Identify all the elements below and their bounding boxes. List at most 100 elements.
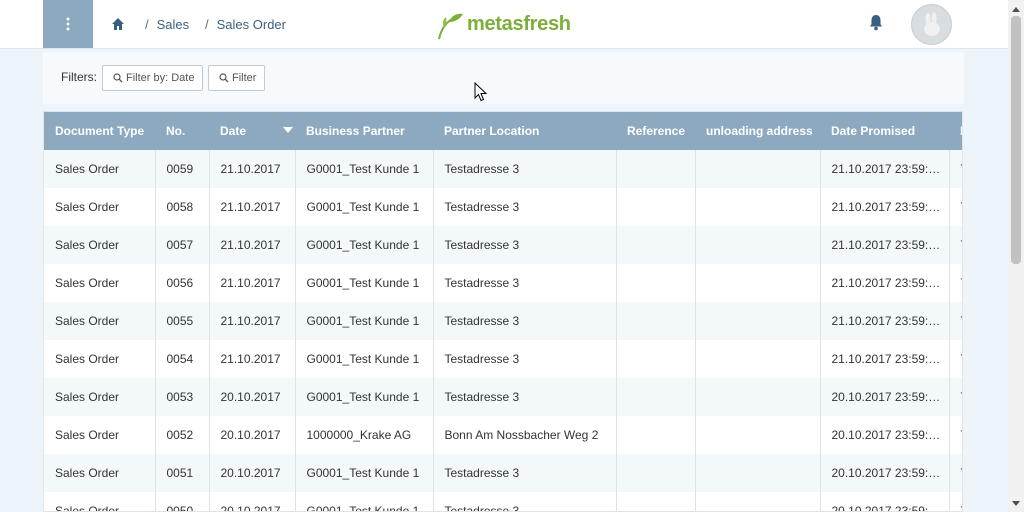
cell-no[interactable]: 0054 [155, 340, 210, 378]
cell-date[interactable]: 20.10.2017 [209, 492, 296, 511]
cell-date[interactable]: 21.10.2017 [209, 302, 296, 340]
cell-partner-location[interactable]: Testadresse 3 [433, 302, 617, 340]
cell-no[interactable]: 0052 [155, 416, 210, 454]
cell-date-promised[interactable]: 20.10.2017 23:59:00 [820, 416, 950, 454]
column-header-date[interactable]: Date [209, 112, 295, 150]
column-header-reference[interactable]: Reference [616, 112, 695, 150]
cell-date-promised[interactable]: 20.10.2017 23:59:00 [820, 492, 950, 511]
cell-business-partner[interactable]: G0001_Test Kunde 1 [295, 492, 434, 511]
table-row[interactable]: Sales Order 0056 21.10.2017 G0001_Test Kund… [44, 264, 962, 302]
cell-date-promised[interactable]: 21.10.2017 23:59:00 [820, 150, 950, 188]
cell-date-promised[interactable]: 21.10.2017 23:59:00 [820, 340, 950, 378]
cell-business-partner[interactable]: G0001_Test Kunde 1 [295, 188, 434, 226]
cell-unloading-address[interactable] [695, 340, 821, 378]
cell-partner-location[interactable]: Testadresse 3 [433, 264, 617, 302]
cell-reference[interactable] [616, 302, 696, 340]
cell-document-type[interactable]: Sales Order [44, 264, 156, 302]
cell-unloading-address[interactable] [695, 416, 821, 454]
column-header-no[interactable]: No. [155, 112, 209, 150]
home-icon[interactable] [110, 16, 126, 32]
cell-p[interactable]: T [949, 416, 962, 454]
table-row[interactable]: Sales Order 0058 21.10.2017 G0001_Test Kund… [44, 188, 962, 226]
column-header-p[interactable]: P [949, 112, 962, 150]
cell-p[interactable]: T [949, 150, 962, 188]
cell-p[interactable]: T [949, 454, 962, 492]
cell-partner-location[interactable]: Testadresse 3 [433, 454, 617, 492]
cell-date-promised[interactable]: 21.10.2017 23:59:00 [820, 264, 950, 302]
cell-partner-location[interactable]: Testadresse 3 [433, 188, 617, 226]
table-row[interactable]: Sales Order 0059 21.10.2017 G0001_Test Kund… [44, 150, 962, 188]
cell-business-partner[interactable]: G0001_Test Kunde 1 [295, 226, 434, 264]
cell-reference[interactable] [616, 454, 696, 492]
cell-date[interactable]: 21.10.2017 [209, 226, 296, 264]
cell-p[interactable]: T [949, 302, 962, 340]
table-row[interactable]: Sales Order 0055 21.10.2017 G0001_Test Kund… [44, 302, 962, 340]
cell-business-partner[interactable]: G0001_Test Kunde 1 [295, 378, 434, 416]
cell-p[interactable]: T [949, 340, 962, 378]
cell-date[interactable]: 21.10.2017 [209, 340, 296, 378]
bell-icon[interactable] [868, 14, 884, 31]
cell-no[interactable]: 0053 [155, 378, 210, 416]
cell-business-partner[interactable]: G0001_Test Kunde 1 [295, 150, 434, 188]
table-row[interactable]: Sales Order 0051 20.10.2017 G0001_Test Kund… [44, 454, 962, 492]
cell-p[interactable]: T [949, 264, 962, 302]
table-row[interactable]: Sales Order 0053 20.10.2017 G0001_Test Kund… [44, 378, 962, 416]
column-header-document-type[interactable]: Document Type [44, 112, 155, 150]
cell-document-type[interactable]: Sales Order [44, 150, 156, 188]
breadcrumb-item-sales[interactable]: / Sales [145, 17, 189, 32]
cell-business-partner[interactable]: G0001_Test Kunde 1 [295, 264, 434, 302]
menu-button[interactable] [43, 0, 93, 48]
cell-reference[interactable] [616, 188, 696, 226]
cell-date[interactable]: 21.10.2017 [209, 150, 296, 188]
cell-date-promised[interactable]: 21.10.2017 23:59:00 [820, 302, 950, 340]
cell-unloading-address[interactable] [695, 150, 821, 188]
cell-date-promised[interactable]: 21.10.2017 23:59:00 [820, 226, 950, 264]
cell-unloading-address[interactable] [695, 188, 821, 226]
cell-p[interactable]: T [949, 226, 962, 264]
cell-partner-location[interactable]: Testadresse 3 [433, 378, 617, 416]
cell-date[interactable]: 20.10.2017 [209, 454, 296, 492]
cell-partner-location[interactable]: Testadresse 3 [433, 226, 617, 264]
filter-button[interactable]: Filter [208, 65, 266, 91]
scroll-up-button[interactable] [1008, 2, 1024, 16]
cell-reference[interactable] [616, 226, 696, 264]
cell-no[interactable]: 0050 [155, 492, 210, 511]
column-header-business-partner[interactable]: Business Partner [295, 112, 433, 150]
cell-reference[interactable] [616, 264, 696, 302]
cell-reference[interactable] [616, 416, 696, 454]
cell-partner-location[interactable]: Testadresse 3 [433, 492, 617, 511]
cell-date[interactable]: 21.10.2017 [209, 188, 296, 226]
cell-document-type[interactable]: Sales Order [44, 492, 156, 511]
filter-by-date-button[interactable]: Filter by: Date [102, 65, 204, 91]
cell-date-promised[interactable]: 20.10.2017 23:59:00 [820, 454, 950, 492]
cell-no[interactable]: 0059 [155, 150, 210, 188]
cell-p[interactable]: T [949, 378, 962, 416]
cell-date-promised[interactable]: 20.10.2017 23:59:00 [820, 378, 950, 416]
cell-p[interactable]: T [949, 188, 962, 226]
cell-business-partner[interactable]: 1000000_Krake AG [295, 416, 434, 454]
cell-partner-location[interactable]: Testadresse 3 [433, 150, 617, 188]
cell-reference[interactable] [616, 340, 696, 378]
cell-reference[interactable] [616, 150, 696, 188]
cell-document-type[interactable]: Sales Order [44, 454, 156, 492]
column-header-date-promised[interactable]: Date Promised [820, 112, 949, 150]
cell-document-type[interactable]: Sales Order [44, 340, 156, 378]
table-row[interactable]: Sales Order 0052 20.10.2017 1000000_Krake A… [44, 416, 962, 454]
breadcrumb-item-sales-order[interactable]: / Sales Order [205, 17, 286, 32]
scroll-down-button[interactable] [1008, 496, 1024, 510]
cell-business-partner[interactable]: G0001_Test Kunde 1 [295, 454, 434, 492]
cell-business-partner[interactable]: G0001_Test Kunde 1 [295, 302, 434, 340]
cell-date[interactable]: 20.10.2017 [209, 378, 296, 416]
cell-no[interactable]: 0058 [155, 188, 210, 226]
cell-date[interactable]: 21.10.2017 [209, 264, 296, 302]
cell-no[interactable]: 0051 [155, 454, 210, 492]
cell-partner-location[interactable]: Testadresse 3 [433, 340, 617, 378]
cell-p[interactable]: T [949, 492, 962, 511]
cell-unloading-address[interactable] [695, 226, 821, 264]
scroll-thumb[interactable] [1011, 16, 1021, 264]
cell-no[interactable]: 0055 [155, 302, 210, 340]
cell-document-type[interactable]: Sales Order [44, 416, 156, 454]
cell-document-type[interactable]: Sales Order [44, 302, 156, 340]
page-scrollbar[interactable] [1008, 0, 1024, 512]
cell-partner-location[interactable]: Bonn Am Nossbacher Weg 2 [433, 416, 617, 454]
